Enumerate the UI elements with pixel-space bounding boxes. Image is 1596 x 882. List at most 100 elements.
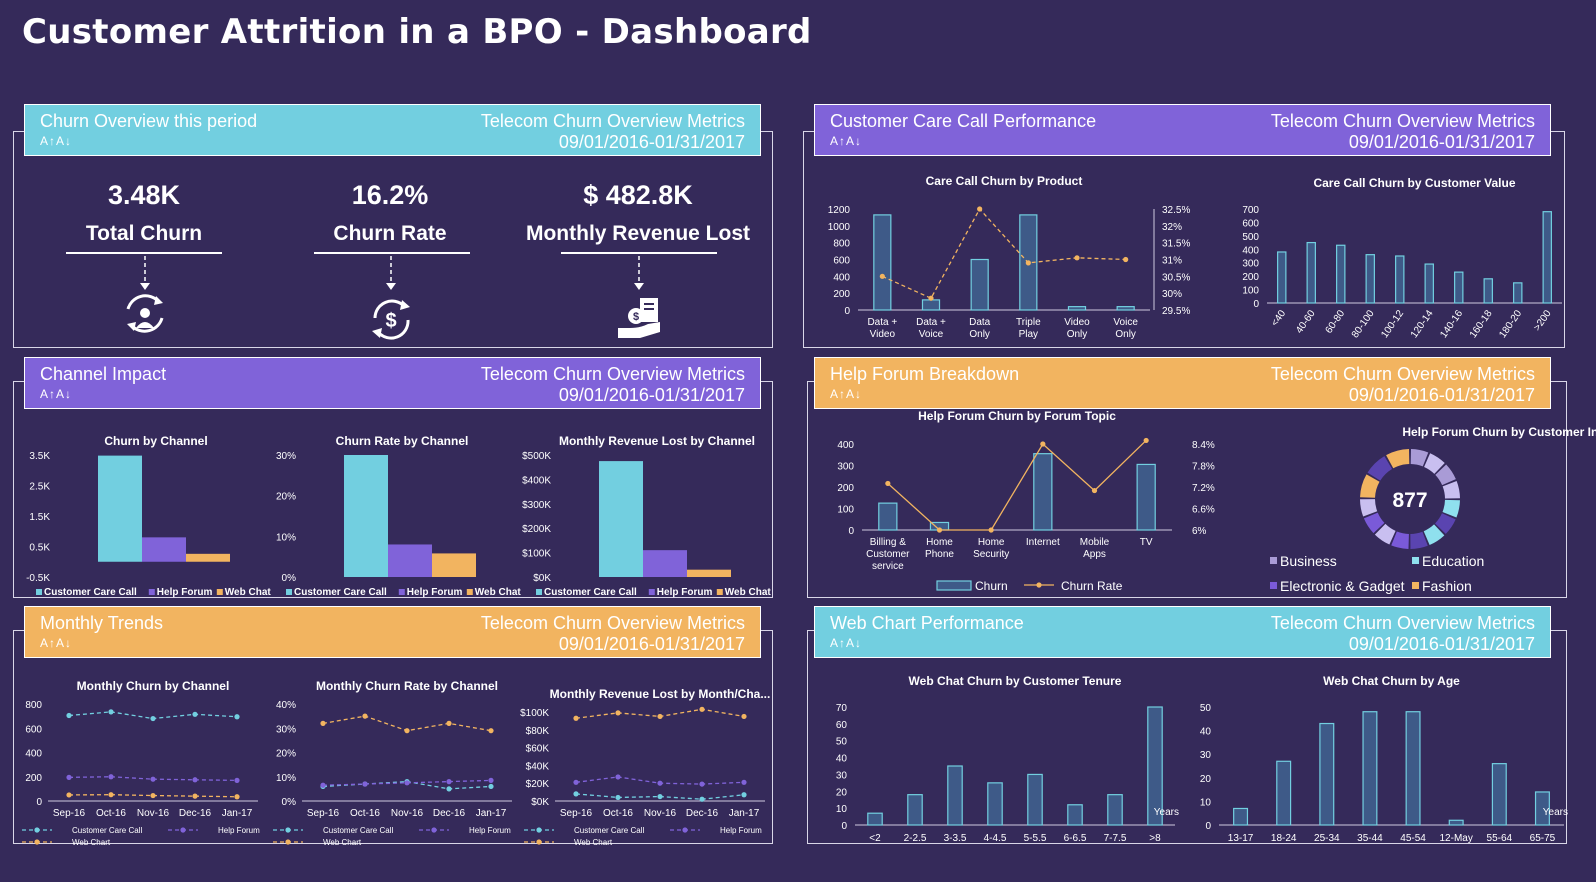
bar <box>1107 794 1123 826</box>
y-tick-label: -0.5K <box>26 573 50 584</box>
x-tick-label: Play <box>1019 329 1038 340</box>
legend-swatch <box>1270 557 1277 564</box>
bar <box>142 537 186 562</box>
bar <box>1277 251 1287 304</box>
line-point <box>741 779 747 785</box>
y-tick-label: 400 <box>1242 245 1259 256</box>
y-tick-label: 20% <box>276 492 296 503</box>
x-tick-label: 13-17 <box>1228 833 1254 844</box>
y-tick-label: 400 <box>25 749 42 760</box>
y-tick-label: $80K <box>526 726 550 737</box>
legend-point <box>1036 582 1042 588</box>
line-point <box>741 792 747 798</box>
line-point <box>488 777 494 783</box>
y-tick-label: 30 <box>1200 750 1212 761</box>
bar <box>1448 819 1464 826</box>
bar <box>344 455 388 577</box>
legend-label: Help Forum <box>407 587 463 598</box>
line-series <box>882 207 1126 300</box>
x-tick-label: Only <box>1115 329 1136 340</box>
y-tick-label: 0 <box>841 821 847 832</box>
x-tick-label: Jan-17 <box>222 808 253 819</box>
line-point <box>573 715 579 721</box>
legend-label: Web Chart <box>574 838 613 847</box>
y-tick-label: 0 <box>1253 299 1259 310</box>
y-tick-label: 800 <box>25 700 42 711</box>
bar <box>1336 244 1346 304</box>
legend-swatch <box>716 589 723 595</box>
line-point <box>657 713 663 720</box>
line-point <box>699 706 705 712</box>
y2-tick-label: 7.8% <box>1192 462 1215 473</box>
line-point <box>615 794 621 801</box>
y-tick-label: 200 <box>837 483 854 494</box>
x-tick-label: Triple <box>1016 317 1041 328</box>
legend-label: Churn Rate <box>1061 579 1123 593</box>
y-tick-label: 50 <box>1200 703 1212 714</box>
y-tick-label: 60 <box>836 720 848 731</box>
axis-unit-label: Years <box>1543 807 1568 818</box>
legend-swatch <box>216 589 223 595</box>
y-tick-label: 200 <box>25 773 42 784</box>
y-tick-label: $100K <box>520 708 549 719</box>
chart-title: Care Call Churn by Product <box>926 174 1083 188</box>
legend-point <box>34 827 40 833</box>
chart-title: Monthly Churn Rate by Channel <box>316 679 498 693</box>
y-tick-label: 20 <box>1200 774 1212 785</box>
y-tick-label: 0 <box>1205 821 1211 832</box>
legend-label: Electronic & Gadget <box>1280 578 1405 594</box>
x-tick-label: Dec-16 <box>433 808 466 819</box>
line-series <box>887 439 1147 531</box>
bar <box>1027 773 1043 826</box>
x-tick-label: Internet <box>1026 537 1060 548</box>
x-tick-label: Nov-16 <box>391 808 424 819</box>
line-point <box>699 781 705 787</box>
y-tick-label: 10% <box>276 773 296 784</box>
line-point <box>988 527 994 533</box>
bar <box>1136 463 1156 531</box>
x-tick-label: Jan-17 <box>729 808 760 819</box>
y-tick-label: 1.5K <box>29 512 50 523</box>
legend-label: Web Chat <box>225 587 272 598</box>
y-tick-label: 70 <box>836 703 848 714</box>
x-tick-label: Home <box>978 537 1005 548</box>
legend-swatch <box>286 589 292 595</box>
y-tick-label: 3.5K <box>29 451 50 462</box>
bar <box>1454 271 1464 304</box>
legend-swatch <box>536 589 542 595</box>
y-tick-label: 1000 <box>828 222 851 233</box>
bar <box>1233 807 1249 826</box>
y-tick-label: $60K <box>526 744 550 755</box>
line-point <box>192 793 198 799</box>
legend-swatch <box>1270 582 1277 589</box>
y2-tick-label: 31% <box>1162 256 1182 267</box>
y2-tick-label: 29.5% <box>1162 306 1190 317</box>
legend-label: Business <box>1280 553 1337 569</box>
x-tick-label: Nov-16 <box>644 808 677 819</box>
y-tick-label: $200K <box>522 524 551 535</box>
line-point <box>362 713 368 719</box>
line-point <box>108 709 114 715</box>
line-point <box>741 713 747 720</box>
donut-total: 877 <box>1392 489 1427 512</box>
bar <box>687 569 731 577</box>
line-point <box>66 712 72 719</box>
line-point <box>657 793 663 800</box>
bar <box>907 794 923 826</box>
chart-title: Care Call Churn by Customer Value <box>1313 176 1515 190</box>
x-tick-label: 6-6.5 <box>1064 833 1087 844</box>
x-tick-label: Sep-16 <box>53 808 86 819</box>
x-tick-label: Customer <box>866 549 910 560</box>
y-tick-label: 30% <box>276 451 296 462</box>
line-point <box>446 779 452 785</box>
y-tick-label: 300 <box>837 462 854 473</box>
legend-label: Churn <box>975 579 1008 593</box>
chart-title: Churn by Channel <box>104 434 207 448</box>
x-tick-label: Data + <box>867 317 897 328</box>
x-tick-label: Data <box>969 317 991 328</box>
chart-title: Monthly Revenue Lost by Month/Cha... <box>550 687 771 701</box>
x-tick-label: Voice <box>919 329 944 340</box>
line-point <box>615 774 621 780</box>
bar <box>1542 211 1552 304</box>
line-point <box>1040 441 1046 447</box>
